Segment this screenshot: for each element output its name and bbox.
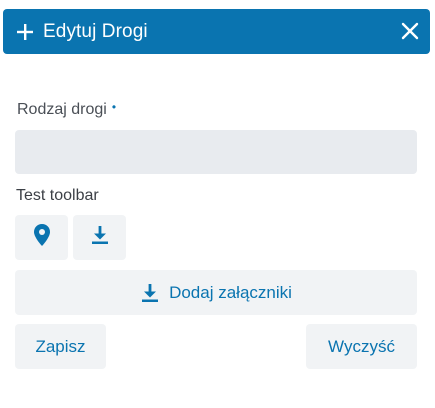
close-icon[interactable]	[400, 21, 420, 41]
download-icon	[140, 283, 160, 303]
download-icon	[91, 225, 109, 250]
plus-icon	[15, 22, 35, 42]
clear-button-label: Wyczyść	[328, 336, 395, 356]
map-pin-icon	[33, 223, 51, 252]
save-button[interactable]: Zapisz	[15, 324, 106, 369]
road-type-label: Rodzaj drogi •	[17, 100, 117, 119]
toolbar-location-button[interactable]	[15, 215, 68, 260]
clear-button[interactable]: Wyczyść	[306, 324, 417, 369]
add-attachments-button[interactable]: Dodaj załączniki	[15, 270, 417, 315]
dialog-title: Edytuj Drogi	[43, 20, 148, 42]
toolbar-label: Test toolbar	[16, 187, 99, 204]
dialog-header: Edytuj Drogi	[3, 9, 430, 54]
road-type-input[interactable]	[15, 130, 417, 174]
road-type-label-text: Rodzaj drogi	[17, 101, 107, 118]
add-attachments-label: Dodaj załączniki	[169, 282, 292, 302]
toolbar-download-button[interactable]	[73, 215, 126, 260]
required-marker: •	[111, 100, 117, 114]
save-button-label: Zapisz	[35, 336, 86, 356]
